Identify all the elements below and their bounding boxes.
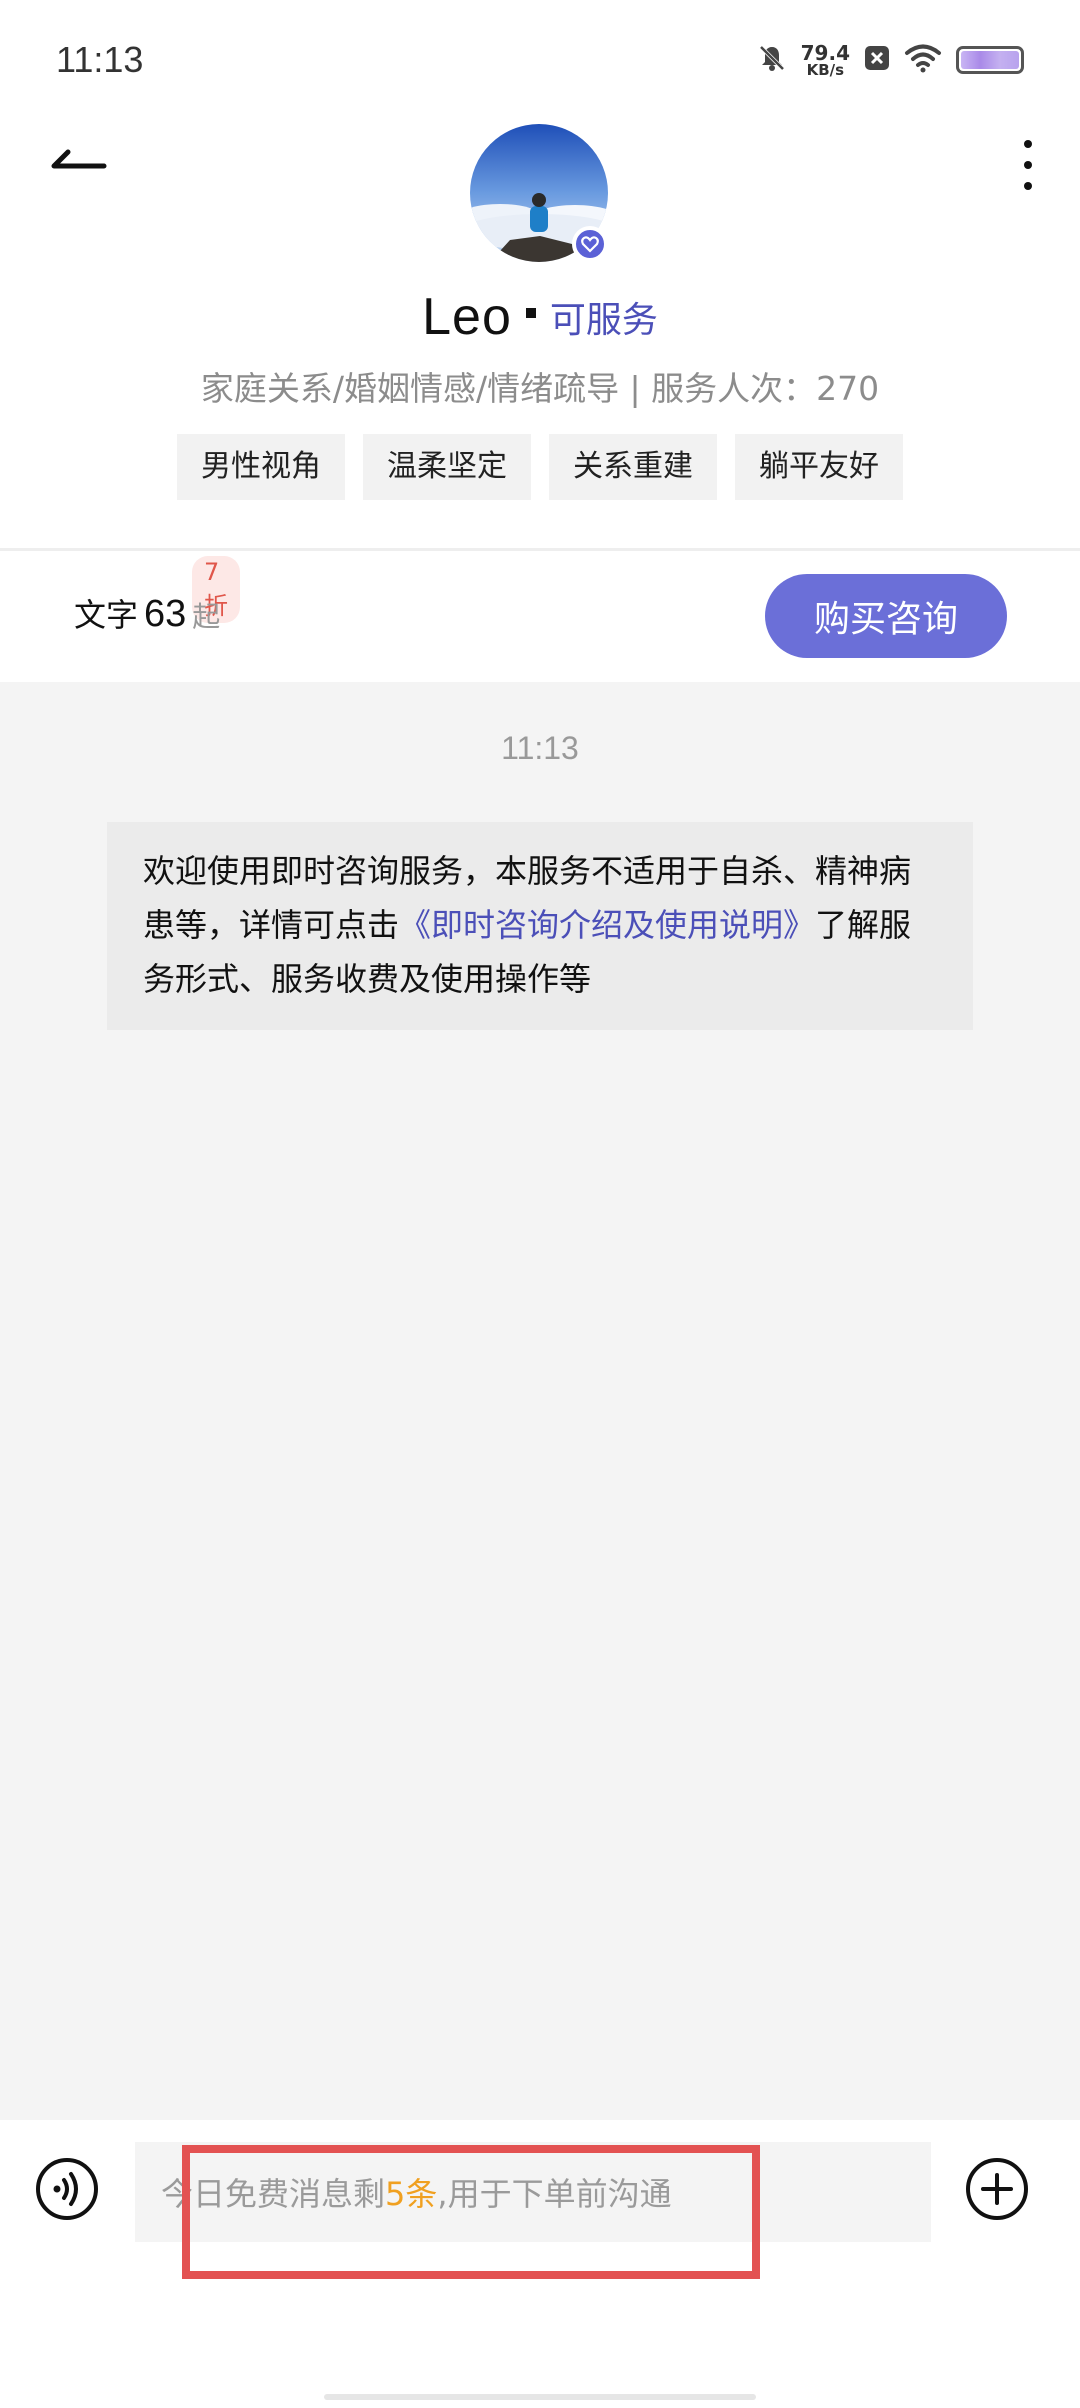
back-button[interactable] bbox=[48, 140, 118, 190]
more-actions-button[interactable] bbox=[964, 2156, 1030, 2222]
tag: 温柔坚定 bbox=[363, 434, 531, 500]
voice-icon bbox=[36, 2158, 98, 2220]
price-label: 文字 bbox=[74, 596, 139, 634]
home-indicator[interactable] bbox=[324, 2394, 756, 2400]
verified-badge-icon bbox=[572, 226, 608, 262]
plus-circle-icon bbox=[966, 2158, 1028, 2220]
back-arrow-icon bbox=[51, 149, 107, 169]
net-speed-value: 79.4 bbox=[800, 40, 850, 65]
system-message: 欢迎使用即时咨询服务，本服务不适用于自杀、精神病患等，详情可点击《即时咨询介绍及… bbox=[107, 822, 973, 1030]
net-speed-unit: KB/s bbox=[806, 60, 845, 79]
status-bar: 11:13 79.4 KB/s bbox=[0, 0, 1080, 120]
counselor-description: 家庭关系/婚姻情感/情绪疏导 | 服务人次：270 bbox=[200, 369, 880, 408]
usage-guide-link[interactable]: 《即时咨询介绍及使用说明》 bbox=[399, 906, 815, 944]
price-suffix: 起 bbox=[192, 600, 221, 633]
more-dot-icon bbox=[1024, 182, 1032, 190]
tag: 关系重建 bbox=[549, 434, 717, 500]
status-time: 11:13 bbox=[56, 39, 144, 80]
mute-bell-icon bbox=[757, 43, 787, 77]
tag: 男性视角 bbox=[177, 434, 345, 500]
more-options-button[interactable] bbox=[1010, 132, 1046, 198]
more-dot-icon bbox=[1024, 140, 1032, 148]
chat-area[interactable]: 11:13 欢迎使用即时咨询服务，本服务不适用于自杀、精神病患等，详情可点击《即… bbox=[0, 682, 1080, 2120]
counselor-name: Leo bbox=[422, 288, 512, 346]
battery-icon bbox=[956, 46, 1024, 74]
more-dot-icon bbox=[1024, 161, 1032, 169]
price-value: 63 bbox=[144, 593, 187, 635]
annotation-highlight-box bbox=[182, 2145, 760, 2279]
net-speed: 79.4 KB/s bbox=[801, 43, 850, 78]
chat-timestamp: 11:13 bbox=[501, 730, 579, 766]
service-status: 可服务 bbox=[549, 300, 658, 341]
wifi-icon bbox=[904, 43, 942, 77]
divider bbox=[0, 548, 1080, 551]
close-box-icon bbox=[864, 45, 890, 75]
profile-name-row: Leo 可服务 bbox=[0, 282, 1080, 352]
buy-consultation-button[interactable]: 购买咨询 bbox=[765, 574, 1007, 658]
tag: 躺平友好 bbox=[735, 434, 903, 500]
tag-list: 男性视角 温柔坚定 关系重建 躺平友好 bbox=[0, 434, 1080, 500]
separator-dot bbox=[525, 308, 536, 318]
voice-input-button[interactable] bbox=[34, 2156, 100, 2222]
status-icons: 79.4 KB/s bbox=[757, 43, 1024, 78]
